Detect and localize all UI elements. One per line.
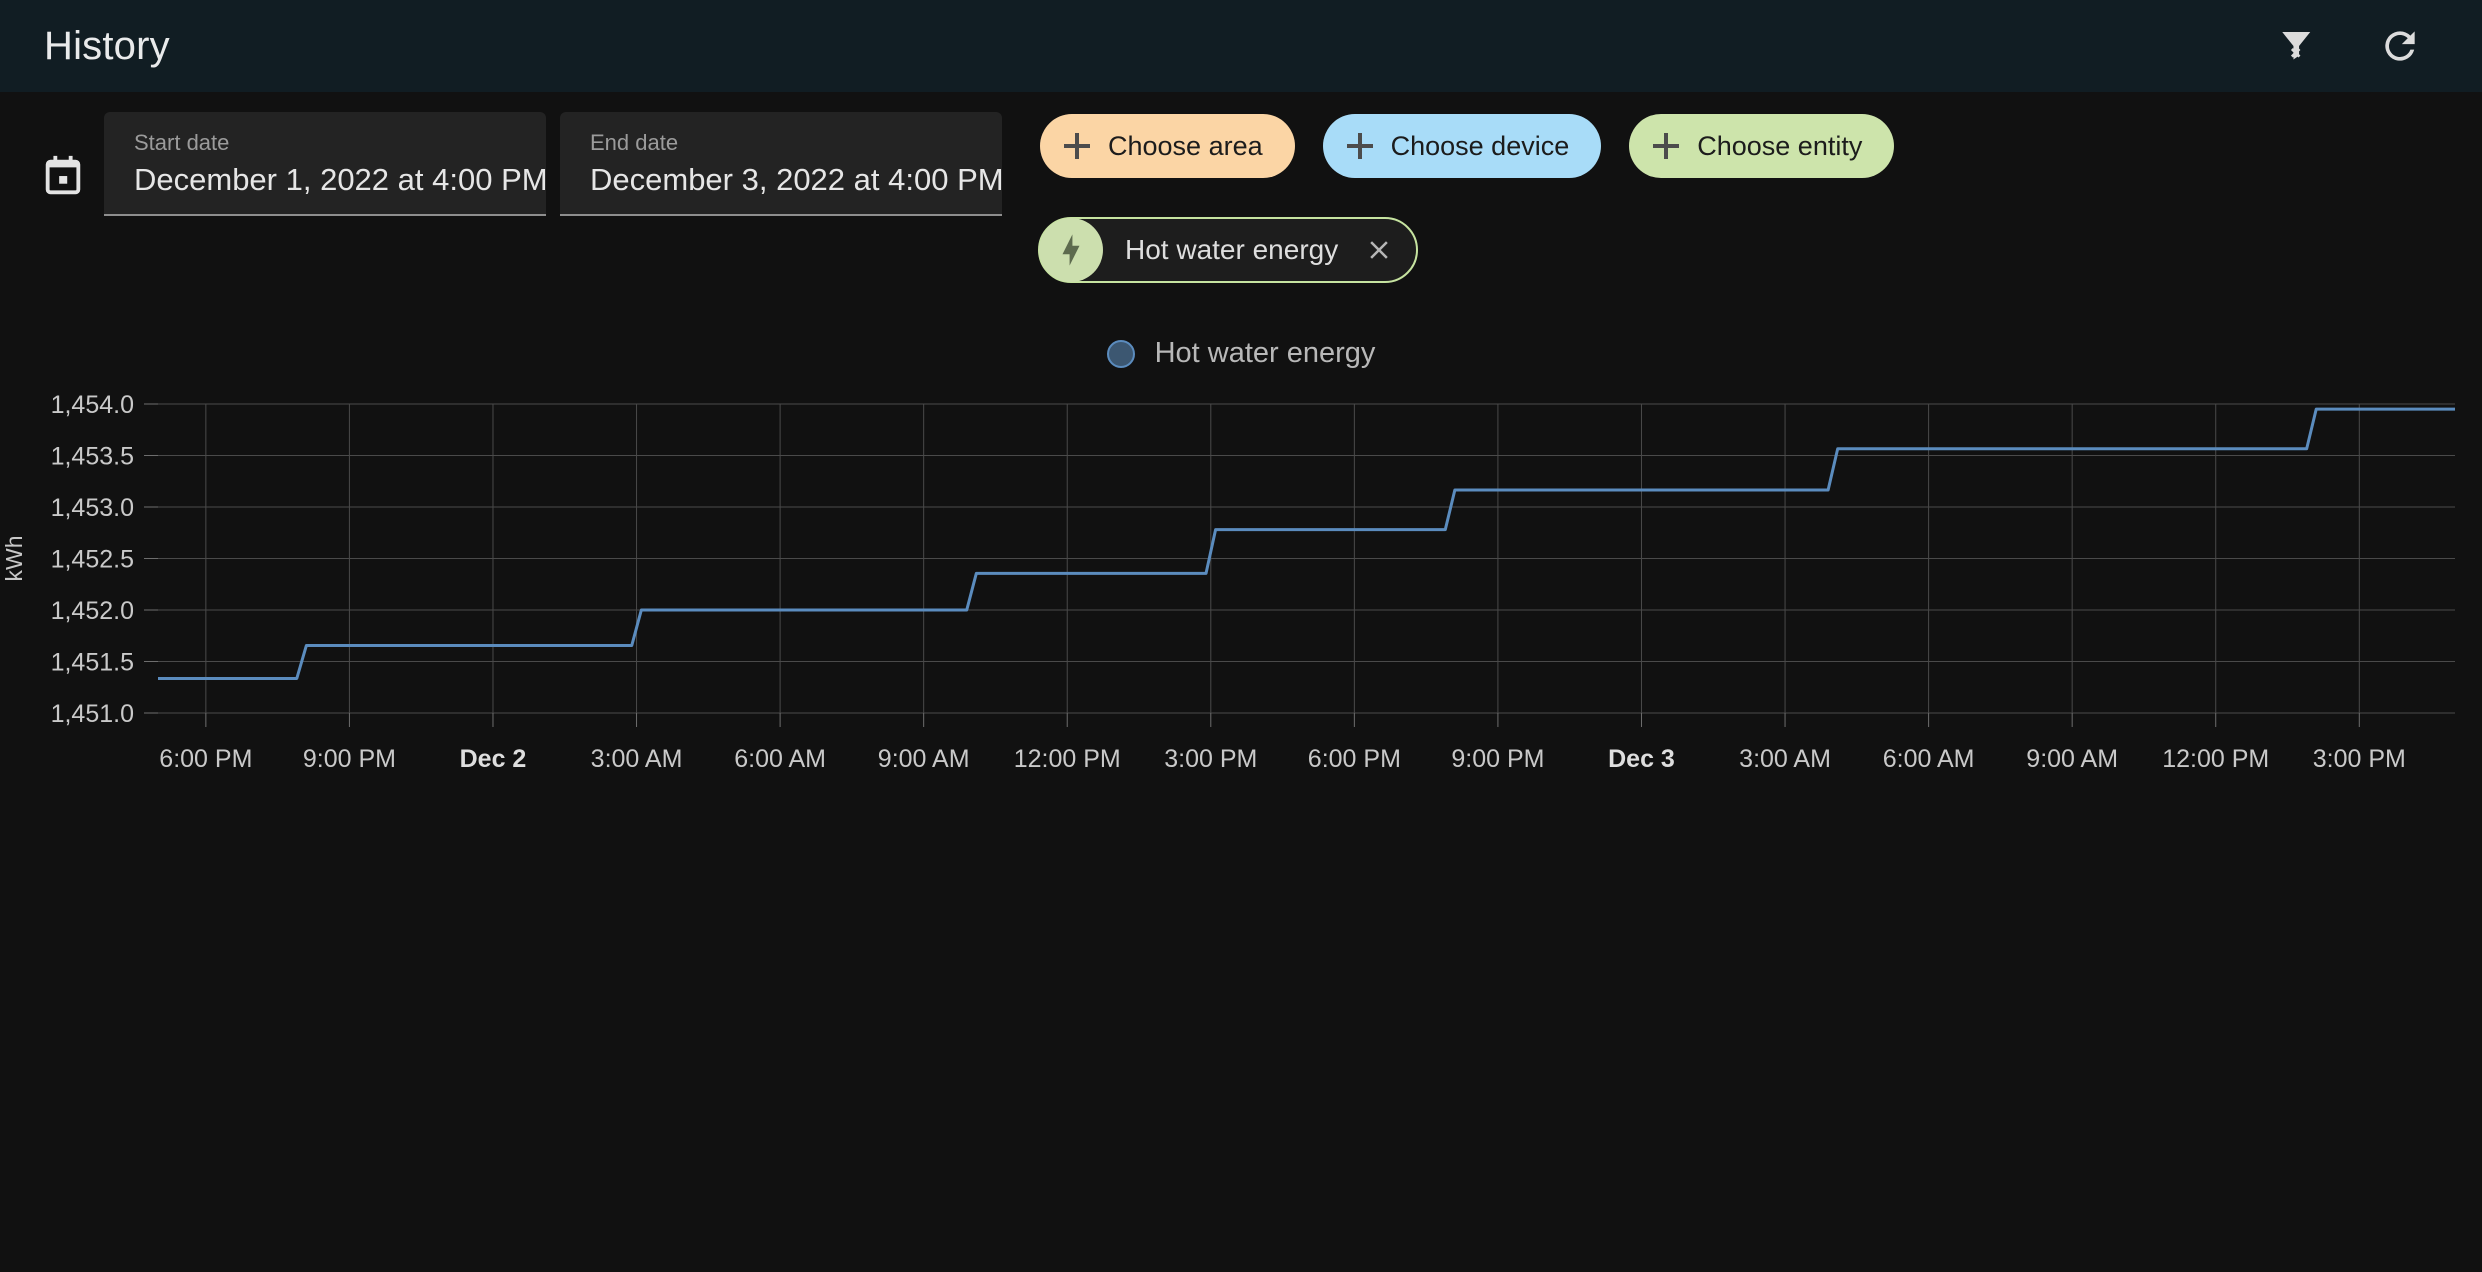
entity-chip-label: Hot water energy [1125, 234, 1339, 265]
lightning-bolt-icon [1062, 234, 1080, 266]
choose-entity-label: Choose entity [1697, 130, 1863, 161]
plus-icon [1346, 133, 1373, 159]
refresh-icon [2385, 31, 2415, 61]
y-axis-tick-label: 1,451.5 [51, 649, 134, 677]
y-axis-tick-label: 1,453.5 [51, 443, 134, 471]
x-axis-tick-label: 6:00 AM [734, 745, 826, 773]
legend-swatch [1106, 339, 1135, 368]
x-axis-tick-label: 6:00 AM [1883, 745, 1975, 773]
y-axis-title: kWh [1, 536, 27, 582]
x-axis-tick-label: 6:00 PM [159, 745, 252, 773]
refresh-button[interactable] [2372, 18, 2428, 74]
close-icon [1370, 241, 1388, 259]
x-axis-tick-label: 3:00 AM [591, 745, 683, 773]
x-axis-tick-label: 3:00 PM [1164, 745, 1257, 773]
app-bar: History [0, 0, 2482, 92]
entity-avatar [1039, 218, 1103, 282]
legend-item-hot-water-energy[interactable]: Hot water energy [1106, 337, 1376, 370]
legend-label: Hot water energy [1154, 337, 1376, 369]
x-axis-tick-label: 9:00 AM [878, 745, 970, 773]
start-date-label: Start date [134, 130, 230, 155]
y-axis-tick-label: 1,453.0 [51, 494, 134, 522]
choose-area-label: Choose area [1108, 130, 1263, 161]
entity-remove-icon[interactable] [1364, 235, 1394, 265]
plus-icon [1064, 133, 1090, 159]
x-axis-tick-label: 6:00 PM [1308, 745, 1401, 773]
y-axis-tick-label: 1,452.0 [51, 597, 134, 625]
chooser-chip-row: Choose area Choose device Choose entity [1040, 114, 1895, 178]
x-axis-tick-label: 12:00 PM [1014, 745, 1121, 773]
end-date-field[interactable]: End date December 3, 2022 at 4:00 PM [560, 112, 1004, 216]
start-date-field[interactable]: Start date December 1, 2022 at 4:00 PM [104, 112, 548, 216]
calendar-icon [45, 155, 81, 195]
x-axis-tick-label: Dec 2 [460, 745, 527, 773]
x-axis-tick-label: 9:00 PM [303, 745, 396, 773]
end-date-value: December 3, 2022 at 4:00 PM [590, 162, 1004, 197]
x-axis-tick-label: 3:00 PM [2313, 745, 2406, 773]
page-title: History [44, 23, 170, 68]
filter-remove-button[interactable] [2270, 18, 2326, 74]
x-axis-tick-label: 9:00 AM [2026, 745, 2118, 773]
x-axis-tick-label: 3:00 AM [1739, 745, 1831, 773]
y-axis-tick-label: 1,452.5 [51, 546, 134, 574]
x-axis-tick-label: 12:00 PM [2162, 745, 2269, 773]
y-axis-tick-label: 1,451.0 [51, 700, 134, 728]
chart-series-line [158, 407, 2455, 680]
chart-canvas[interactable]: 1,454.0 1,453.5 1,453.0 1,452.5 1,452.0 1,451… [0, 372, 2482, 1272]
plus-icon [1653, 133, 1680, 159]
start-date-value: December 1, 2022 at 4:00 PM [134, 162, 548, 197]
selected-entity-row: Hot water energy [1038, 217, 1419, 283]
filters-bar: Start date December 1, 2022 at 4:00 PM E… [0, 92, 2482, 342]
y-axis-tick-label: 1,454.0 [51, 391, 134, 419]
entity-chip-hot-water-energy[interactable]: Hot water energy [1038, 217, 1419, 283]
choose-area-chip[interactable]: Choose area [1040, 114, 1295, 178]
x-axis-tick-label: 9:00 PM [1451, 745, 1544, 773]
choose-device-chip[interactable]: Choose device [1322, 114, 1602, 178]
end-date-label: End date [590, 130, 679, 155]
app-bar-actions [2270, 18, 2428, 74]
history-chart[interactable]: 1,454.0 1,453.5 1,453.0 1,452.5 1,452.0 1,451… [0, 372, 2482, 1272]
x-axis-tick-label: Dec 3 [1608, 745, 1675, 773]
calendar-icon-wrap [40, 154, 86, 200]
choose-device-label: Choose device [1390, 130, 1570, 161]
filter-remove-icon [2282, 32, 2311, 60]
choose-entity-chip[interactable]: Choose entity [1629, 114, 1895, 178]
